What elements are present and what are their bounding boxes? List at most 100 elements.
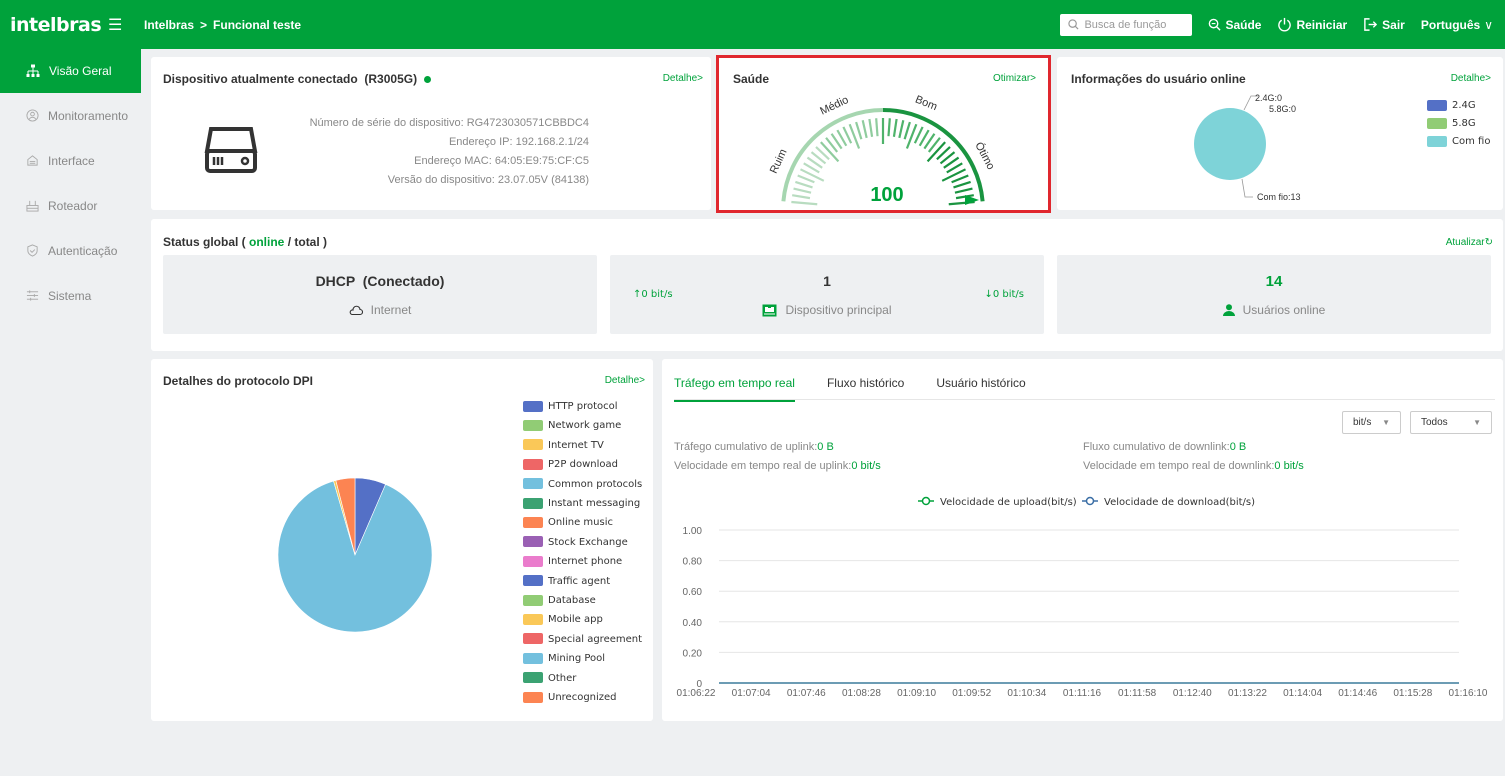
legend-label: Internet phone bbox=[548, 556, 623, 568]
traffic-card: Tráfego em tempo real Fluxo histórico Us… bbox=[662, 359, 1503, 721]
legend-item[interactable]: Internet phone bbox=[523, 552, 642, 571]
users-legend: 2.4G 5.8G Com fio bbox=[1427, 97, 1490, 151]
legend-swatch bbox=[1427, 117, 1447, 129]
legend-item[interactable]: Database bbox=[523, 591, 642, 610]
legend-swatch bbox=[523, 613, 543, 625]
global-status-card: Status global ( online / total ) Atualiz… bbox=[151, 219, 1503, 351]
sidebar-item-system[interactable]: Sistema bbox=[0, 273, 141, 318]
legend-item[interactable]: Common protocols bbox=[523, 475, 642, 494]
breadcrumb-root[interactable]: Intelbras bbox=[144, 18, 194, 32]
sidebar-item-router[interactable]: Roteador bbox=[0, 183, 141, 228]
sidebar-item-authentication[interactable]: Autenticação bbox=[0, 228, 141, 273]
language-select[interactable]: Português ∨ bbox=[1421, 18, 1493, 32]
sidebar-item-interface[interactable]: Interface bbox=[0, 138, 141, 183]
refresh-button[interactable]: Atualizar↻ bbox=[1446, 237, 1493, 248]
legend-item[interactable]: Com fio bbox=[1427, 133, 1490, 151]
legend-swatch bbox=[523, 633, 543, 645]
legend-item[interactable]: Internet TV bbox=[523, 436, 642, 455]
menu-icon[interactable]: ☰ bbox=[108, 15, 144, 35]
downlink-total-value: 0 B bbox=[1229, 441, 1247, 453]
device-icon bbox=[204, 127, 258, 173]
legend-upload-label[interactable]: Velocidade de upload(bit/s) bbox=[940, 497, 1077, 508]
gauge-tick bbox=[855, 121, 863, 140]
device-detail-link[interactable]: Detalhe> bbox=[663, 73, 703, 84]
settings-icon bbox=[26, 290, 39, 301]
legend-item[interactable]: Mining Pool bbox=[523, 649, 642, 668]
legend-label: P2P download bbox=[548, 459, 618, 471]
status-online-word: online bbox=[249, 235, 285, 249]
y-tick-label: 0.40 bbox=[683, 618, 703, 629]
uplink-stats: Tráfego cumulativo de uplink:0 B Velocid… bbox=[674, 438, 881, 476]
downlink-speed: Velocidade em tempo real de downlink:0 b… bbox=[1083, 457, 1304, 476]
device-status-box[interactable]: ↑0 bit/s ↓0 bit/s 1 Dispositivo principa… bbox=[610, 255, 1044, 334]
health-label: Saúde bbox=[1225, 17, 1262, 32]
legend-download-label[interactable]: Velocidade de download(bit/s) bbox=[1104, 497, 1255, 508]
legend-item[interactable]: HTTP protocol bbox=[523, 397, 642, 416]
legend-item[interactable]: Network game bbox=[523, 416, 642, 435]
sidebar-item-overview[interactable]: Visão Geral bbox=[0, 49, 141, 93]
legend-swatch bbox=[1427, 99, 1447, 111]
filter-select[interactable]: Todos ▼ bbox=[1410, 411, 1492, 434]
restart-label: Reiniciar bbox=[1296, 17, 1348, 32]
breadcrumb-separator: > bbox=[200, 17, 208, 32]
unit-select[interactable]: bit/s ▼ bbox=[1342, 411, 1401, 434]
dpi-detail-link[interactable]: Detalhe> bbox=[605, 375, 645, 386]
gauge-tick bbox=[887, 118, 891, 137]
traffic-line-chart: Velocidade de upload(bit/s) Velocidade de… bbox=[677, 496, 1488, 699]
gauge-tick bbox=[793, 187, 812, 194]
device-label: Dispositivo principal bbox=[610, 303, 1044, 317]
device-model: (R3005G) bbox=[364, 72, 418, 86]
legend-item[interactable]: Instant messaging bbox=[523, 494, 642, 513]
legend-item[interactable]: Special agreement bbox=[523, 630, 642, 649]
sidebar: Visão Geral Monitoramento Interface Rote… bbox=[0, 49, 141, 776]
legend-item[interactable]: Other bbox=[523, 669, 642, 688]
legend-label: Stock Exchange bbox=[548, 536, 628, 548]
users-detail-link[interactable]: Detalhe> bbox=[1451, 73, 1491, 84]
legend-swatch bbox=[523, 516, 543, 528]
legend-item[interactable]: 2.4G bbox=[1427, 97, 1490, 115]
callout-24g: 2.4G:0 bbox=[1255, 93, 1282, 103]
gauge-label: Ruim bbox=[768, 147, 790, 175]
y-tick-label: 1.00 bbox=[683, 526, 703, 537]
device-version: Versão do dispositivo: 23.07.05V (84138) bbox=[387, 174, 589, 186]
legend-item[interactable]: Mobile app bbox=[523, 610, 642, 629]
unit-select-value: bit/s bbox=[1353, 417, 1372, 428]
legend-label: Unrecognized bbox=[548, 692, 617, 704]
gauge-tick bbox=[875, 118, 879, 137]
restart-button[interactable]: Reiniciar bbox=[1277, 17, 1347, 32]
legend-item[interactable]: Stock Exchange bbox=[523, 533, 642, 552]
x-tick-label: 01:07:46 bbox=[787, 688, 826, 699]
search-input[interactable]: Busca de função bbox=[1060, 13, 1193, 36]
health-score: 100 bbox=[870, 184, 903, 206]
gauge-label: Bom bbox=[913, 94, 938, 114]
legend-label: Common protocols bbox=[548, 478, 643, 490]
online-users-label-text: Usuários online bbox=[1242, 303, 1326, 317]
online-status-dot bbox=[424, 76, 432, 84]
sidebar-item-monitoring[interactable]: Monitoramento bbox=[0, 93, 141, 138]
legend-item[interactable]: Online music bbox=[523, 513, 642, 532]
online-users-card: Informações do usuário online Detalhe> 2… bbox=[1057, 57, 1503, 210]
uplink-speed: Velocidade em tempo real de uplink:0 bit… bbox=[674, 457, 881, 476]
downlink-stats: Fluxo cumulativo de downlink:0 B Velocid… bbox=[1083, 438, 1304, 476]
legend-item[interactable]: Traffic agent bbox=[523, 572, 642, 591]
x-tick-label: 01:10:34 bbox=[1007, 688, 1046, 699]
legend-swatch bbox=[523, 555, 543, 567]
users-status-box[interactable]: 14 Usuários online bbox=[1057, 255, 1491, 334]
wan-status-box[interactable]: DHCP (Conectado) Internet bbox=[163, 255, 597, 334]
uplink-speed-label: Velocidade em tempo real de uplink: bbox=[674, 460, 852, 472]
logout-button[interactable]: Sair bbox=[1363, 17, 1405, 32]
power-icon bbox=[1278, 17, 1292, 32]
legend-item[interactable]: Unrecognized bbox=[523, 688, 642, 707]
logout-icon bbox=[1364, 18, 1378, 31]
gauge-label: Ótimo bbox=[972, 140, 997, 172]
user-icon bbox=[1222, 304, 1235, 316]
uplink-rate: ↑0 bit/s bbox=[633, 289, 673, 300]
legend-item[interactable]: P2P download bbox=[523, 455, 642, 474]
breadcrumb-current: Funcional teste bbox=[213, 17, 302, 32]
health-button[interactable]: Saúde bbox=[1208, 18, 1261, 32]
x-tick-label: 01:13:22 bbox=[1228, 688, 1267, 699]
sidebar-item-label: Sistema bbox=[48, 288, 92, 303]
legend-swatch bbox=[523, 439, 543, 451]
legend-swatch bbox=[523, 497, 543, 509]
legend-item[interactable]: 5.8G bbox=[1427, 115, 1490, 133]
